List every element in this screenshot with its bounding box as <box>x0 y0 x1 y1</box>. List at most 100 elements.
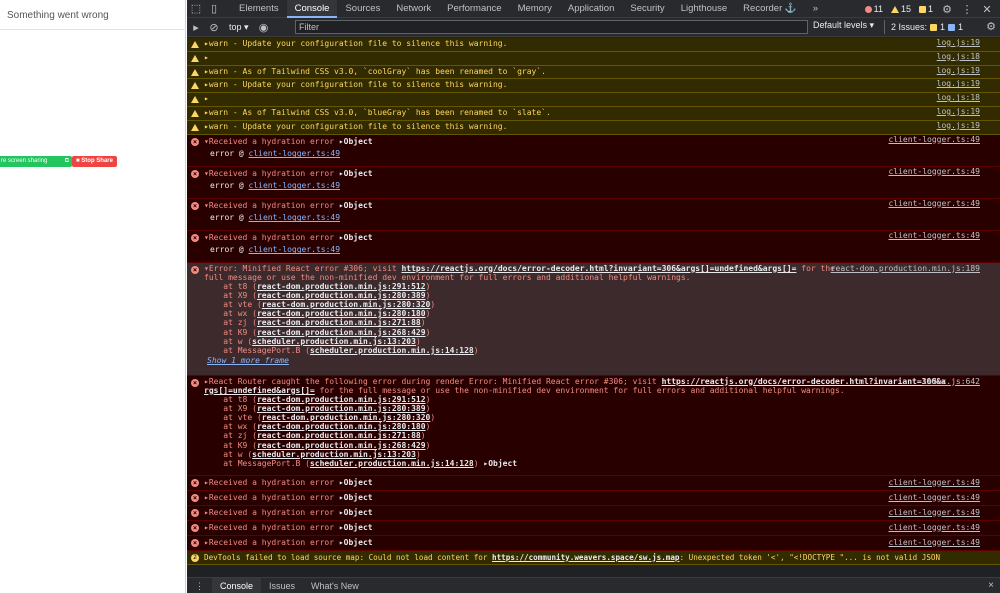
console-error[interactable]: ▸Received a hydration error ▸Object clien… <box>187 505 1000 521</box>
issue-counter[interactable]: 1 <box>916 4 936 14</box>
console-error[interactable]: ▾Received a hydration error ▸Object erro… <box>187 198 1000 231</box>
kebab-menu-icon[interactable]: ⋮ <box>958 0 976 18</box>
filter-input[interactable] <box>295 20 808 34</box>
source-link[interactable]: client-logger.ts:49 <box>888 536 980 550</box>
source-link[interactable]: client-logger.ts:49 <box>888 167 980 176</box>
tab-memory[interactable]: Memory <box>510 0 560 18</box>
source-link[interactable]: client-logger.ts:49 <box>888 199 980 208</box>
error-counter[interactable]: 11 <box>862 4 886 14</box>
frame-location-link[interactable]: react-dom.production.min.js:291:512 <box>257 395 426 404</box>
stop-share-button[interactable]: ■ Stop Share <box>72 156 117 167</box>
console-error[interactable]: ▾Received a hydration error ▸Object erro… <box>187 166 1000 199</box>
object-toggle[interactable]: ▸Object <box>339 169 373 178</box>
console-warning[interactable]: ▸warn - As of Tailwind CSS v3.0, `blueGr… <box>187 106 1000 121</box>
object-toggle[interactable]: ▸Object <box>339 201 373 210</box>
console-error[interactable]: ▸Received a hydration error ▸Object clien… <box>187 490 1000 506</box>
frame-location-link[interactable]: react-dom.production.min.js:280:389 <box>257 404 426 413</box>
frame-location-link[interactable]: scheduler.production.min.js:13:203 <box>252 450 416 459</box>
drawer-tab-whats-new[interactable]: What's New <box>303 578 367 593</box>
stack-link[interactable]: client-logger.ts:49 <box>249 245 341 254</box>
console-warning[interactable]: ▸ log.js:18 <box>187 93 1000 107</box>
source-link[interactable]: client-logger.ts:49 <box>888 135 980 144</box>
object-toggle[interactable]: ▸Object <box>339 137 373 146</box>
source-link[interactable]: client-logger.ts:49 <box>888 476 980 490</box>
frame-location-link[interactable]: scheduler.production.min.js:14:128 <box>310 459 474 468</box>
tab-sources[interactable]: Sources <box>337 0 388 18</box>
inspect-element-icon[interactable]: ⬚ <box>187 0 205 18</box>
issues-button[interactable]: 2 Issues: 1 1 <box>884 20 963 34</box>
tab-elements[interactable]: Elements <box>231 0 287 18</box>
close-drawer-icon[interactable]: × <box>988 578 994 593</box>
stack-link[interactable]: client-logger.ts:49 <box>249 213 341 222</box>
frame-location-link[interactable]: react-dom.production.min.js:271:88 <box>257 431 421 440</box>
more-tabs-button[interactable]: » <box>805 0 826 18</box>
source-link[interactable]: client-logger.ts:49 <box>888 506 980 520</box>
object-toggle[interactable]: ▸Object <box>483 459 517 468</box>
tab-recorder[interactable]: Recorder ⚓ <box>735 0 805 18</box>
frame-location-link[interactable]: scheduler.production.min.js:13:203 <box>252 337 416 346</box>
tab-security[interactable]: Security <box>622 0 672 18</box>
drawer-tab-issues[interactable]: Issues <box>261 578 303 593</box>
show-more-frames-link[interactable]: Show 1 more frame <box>207 356 289 365</box>
frame-location-link[interactable]: react-dom.production.min.js:271:88 <box>257 318 421 327</box>
console-settings-gear-icon[interactable]: ⚙ <box>986 20 996 33</box>
console-error-react[interactable]: ▾Error: Minified React error #306; visit… <box>187 262 1000 376</box>
source-link[interactable]: client-logger.ts:49 <box>888 231 980 240</box>
context-selector[interactable]: top ▾ <box>223 22 255 33</box>
frame-location-link[interactable]: scheduler.production.min.js:14:128 <box>310 346 474 355</box>
clear-console-icon[interactable]: ⊘ <box>205 18 223 36</box>
live-expression-eye-icon[interactable]: ◉ <box>255 18 273 36</box>
object-toggle[interactable]: ▸Object <box>339 508 373 517</box>
tab-application[interactable]: Application <box>560 0 622 18</box>
source-link[interactable]: log.js:19 <box>937 79 980 88</box>
source-link[interactable]: index.js:642 <box>922 377 980 386</box>
frame-location-link[interactable]: react-dom.production.min.js:268:429 <box>257 441 426 450</box>
frame-location-link[interactable]: react-dom.production.min.js:280:180 <box>257 422 426 431</box>
console-error-router[interactable]: ▸React Router caught the following error… <box>187 375 1000 476</box>
source-link[interactable]: log.js:19 <box>937 121 980 130</box>
log-levels-dropdown[interactable]: Default levels ▾ <box>813 20 874 31</box>
console-error[interactable]: ▸Received a hydration error ▸Object clien… <box>187 520 1000 536</box>
source-link[interactable]: react-dom.production.min.js:189 <box>831 264 980 273</box>
drawer-menu-icon[interactable]: ⋮ <box>187 578 212 593</box>
source-link[interactable]: client-logger.ts:49 <box>888 521 980 535</box>
object-toggle[interactable]: ▸Object <box>339 478 373 487</box>
frame-location-link[interactable]: react-dom.production.min.js:280:320 <box>262 413 431 422</box>
source-link[interactable]: client-logger.ts:49 <box>888 491 980 505</box>
console-warning[interactable]: ▸warn - Update your configuration file t… <box>187 79 1000 94</box>
console-error[interactable]: ▾Received a hydration error ▸Object erro… <box>187 230 1000 263</box>
frame-location-link[interactable]: react-dom.production.min.js:280:389 <box>257 291 426 300</box>
warning-counter[interactable]: 15 <box>888 4 914 14</box>
console-prompt[interactable]: › <box>187 552 1000 577</box>
console-warning[interactable]: ▸warn - Update your configuration file t… <box>187 38 1000 52</box>
console-warning[interactable]: ▸ log.js:18 <box>187 51 1000 66</box>
close-devtools-icon[interactable]: ✕ <box>978 0 996 18</box>
object-toggle[interactable]: ▸Object <box>339 233 373 242</box>
frame-location-link[interactable]: react-dom.production.min.js:280:180 <box>257 309 426 318</box>
device-toolbar-icon[interactable]: ▯ <box>205 0 223 18</box>
frame-location-link[interactable]: react-dom.production.min.js:268:429 <box>257 328 426 337</box>
source-link[interactable]: log.js:19 <box>937 38 980 47</box>
tab-performance[interactable]: Performance <box>439 0 509 18</box>
error-decoder-link[interactable]: rgs[]=undefined&args[]= <box>204 386 315 395</box>
settings-gear-icon[interactable]: ⚙ <box>938 0 956 18</box>
tab-network[interactable]: Network <box>388 0 439 18</box>
console-error[interactable]: ▸Received a hydration error ▸Object clien… <box>187 535 1000 551</box>
console-warning[interactable]: ▸warn - Update your configuration file t… <box>187 120 1000 135</box>
sidebar-toggle-icon[interactable]: ▸ <box>187 18 205 36</box>
source-link[interactable]: log.js:19 <box>937 66 980 75</box>
tab-console[interactable]: Console <box>286 0 338 18</box>
tab-lighthouse[interactable]: Lighthouse <box>673 0 735 18</box>
drawer-tab-console[interactable]: Console <box>212 577 262 593</box>
object-toggle[interactable]: ▸Object <box>339 523 373 532</box>
console-error[interactable]: ▸Received a hydration error ▸Object clien… <box>187 475 1000 491</box>
stack-link[interactable]: client-logger.ts:49 <box>249 149 341 158</box>
console-warning[interactable]: ▸warn - As of Tailwind CSS v3.0, `coolGr… <box>187 65 1000 80</box>
error-decoder-link[interactable]: https://reactjs.org/docs/error-decoder.h… <box>401 264 796 273</box>
object-toggle[interactable]: ▸Object <box>339 538 373 547</box>
source-link[interactable]: log.js:18 <box>937 93 980 102</box>
frame-location-link[interactable]: react-dom.production.min.js:280:320 <box>262 300 431 309</box>
stack-link[interactable]: client-logger.ts:49 <box>249 181 341 190</box>
console-error[interactable]: ▾Received a hydration error ▸Object erro… <box>187 134 1000 167</box>
object-toggle[interactable]: ▸Object <box>339 493 373 502</box>
